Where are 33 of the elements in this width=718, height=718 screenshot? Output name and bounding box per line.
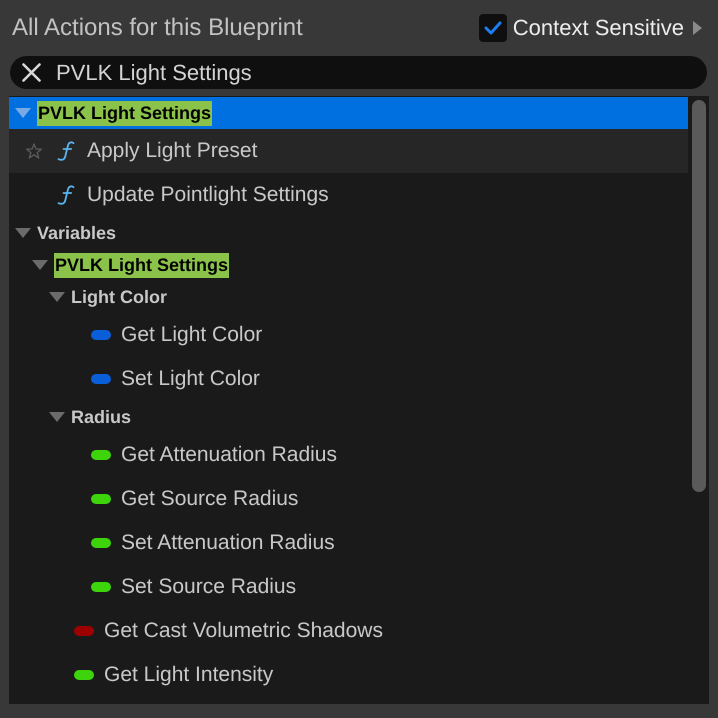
tree-item[interactable]: Get Light Intensity: [9, 653, 688, 697]
caret-icon[interactable]: [32, 260, 48, 270]
tree-item[interactable]: Update Pointlight Settings: [9, 173, 688, 217]
tree-category[interactable]: Radius: [9, 401, 688, 433]
panel-title: All Actions for this Blueprint: [12, 14, 304, 42]
tree-item[interactable]: Set Attenuation Radius: [9, 521, 688, 565]
caret-icon[interactable]: [15, 108, 31, 118]
search-match-highlight: PVLK Light Settings: [37, 100, 212, 126]
tree-category[interactable]: PVLK Light Settings: [9, 97, 688, 129]
star-icon[interactable]: [26, 143, 42, 159]
tree-category[interactable]: PVLK Light Settings: [9, 249, 688, 281]
caret-icon[interactable]: [693, 21, 702, 35]
function-icon: [57, 141, 75, 161]
tree-item[interactable]: Get Light Color: [9, 313, 688, 357]
checkbox-label: Context Sensitive: [512, 15, 684, 41]
scrollbar-thumb[interactable]: [692, 100, 706, 492]
search-match-highlight: PVLK Light Settings: [54, 252, 229, 278]
tree-category[interactable]: Variables: [9, 217, 688, 249]
checkmark-icon: [484, 20, 502, 36]
caret-icon[interactable]: [15, 228, 31, 238]
tree-item[interactable]: Get Source Radius: [9, 477, 688, 521]
tree-category[interactable]: Light Color: [9, 281, 688, 313]
tree-item[interactable]: Apply Light Preset: [9, 129, 688, 173]
tree-item[interactable]: Set Light Color: [9, 357, 688, 401]
caret-icon[interactable]: [49, 292, 65, 302]
tree-item[interactable]: Set Source Radius: [9, 565, 688, 609]
tree-item[interactable]: Get Cast Volumetric Shadows: [9, 609, 688, 653]
search-field[interactable]: PVLK Light Settings: [10, 56, 707, 89]
checkbox[interactable]: [478, 14, 507, 42]
tree-item[interactable]: Get Attenuation Radius: [9, 433, 688, 477]
function-icon: [57, 185, 75, 205]
close-icon[interactable]: [22, 63, 41, 82]
caret-icon[interactable]: [49, 412, 65, 422]
